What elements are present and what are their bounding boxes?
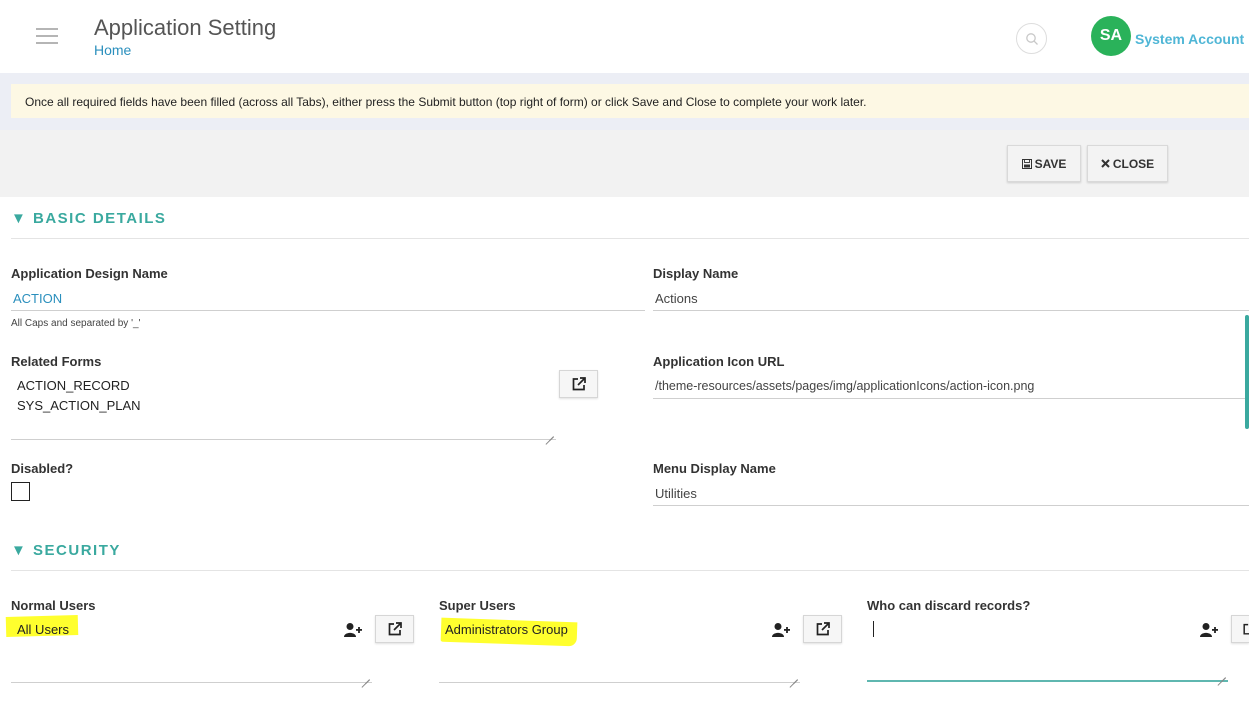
scrollbar-thumb[interactable] (1245, 315, 1249, 429)
basic-details-heading[interactable]: ▼ BASIC DETAILS (11, 210, 166, 227)
related-forms-textarea[interactable]: ACTION_RECORD SYS_ACTION_PLAN (11, 370, 556, 440)
app-design-name-label: Application Design Name (11, 266, 168, 281)
menu-display-name-label: Menu Display Name (653, 461, 776, 476)
display-name-input[interactable]: Actions (653, 287, 1249, 311)
close-button[interactable]: CLOSE (1087, 145, 1168, 182)
resize-handle[interactable] (361, 671, 370, 680)
external-link-icon (1243, 623, 1249, 635)
section-divider (11, 570, 1249, 571)
external-link-icon (572, 377, 586, 391)
save-button[interactable]: SAVE (1007, 145, 1081, 182)
app-header: Application Setting Home SA System Accou… (0, 0, 1249, 73)
related-forms-label: Related Forms (11, 354, 102, 369)
menu-icon[interactable] (36, 28, 58, 44)
open-related-forms-button[interactable] (559, 370, 598, 398)
normal-users-label: Normal Users (11, 598, 96, 613)
discard-label: Who can discard records? (867, 598, 1031, 613)
close-label: CLOSE (1112, 156, 1155, 171)
menu-display-name-input[interactable]: Utilities (653, 482, 1249, 506)
resize-handle[interactable] (1217, 669, 1226, 678)
open-discard-button[interactable] (1231, 615, 1249, 643)
external-link-icon (388, 622, 402, 636)
user-plus-icon[interactable] (344, 622, 362, 638)
related-form-item: ACTION_RECORD (17, 378, 130, 393)
user-plus-icon[interactable] (772, 622, 790, 638)
app-design-name-hint: All Caps and separated by '_' (11, 318, 141, 329)
text-caret (873, 621, 874, 637)
discard-textarea[interactable] (867, 616, 1228, 682)
disabled-checkbox[interactable] (11, 482, 30, 501)
page-title: Application Setting (94, 15, 277, 40)
external-link-icon (816, 622, 830, 636)
floppy-icon (1021, 158, 1032, 169)
open-normal-users-button[interactable] (375, 615, 414, 643)
avatar[interactable]: SA (1091, 16, 1131, 56)
search-icon (1025, 32, 1038, 45)
resize-handle[interactable] (545, 428, 554, 437)
user-plus-icon[interactable] (1200, 622, 1218, 638)
super-users-value: Administrators Group (445, 622, 568, 637)
normal-users-value: All Users (17, 622, 70, 637)
super-users-label: Super Users (439, 598, 516, 613)
account-name[interactable]: System Account (1135, 31, 1244, 47)
resize-handle[interactable] (789, 671, 798, 680)
section-divider (11, 238, 1249, 239)
disabled-label: Disabled? (11, 461, 74, 476)
icon-url-input[interactable]: /theme-resources/assets/pages/img/applic… (653, 375, 1249, 399)
save-label: SAVE (1034, 156, 1067, 171)
related-form-item: SYS_ACTION_PLAN (17, 398, 141, 413)
security-heading[interactable]: ▼ SECURITY (11, 542, 121, 559)
app-design-name-input[interactable]: ACTION (11, 287, 645, 311)
notice-banner: Once all required fields have been fille… (11, 84, 1249, 118)
search-button[interactable] (1016, 23, 1047, 54)
open-super-users-button[interactable] (803, 615, 842, 643)
breadcrumb-home[interactable]: Home (94, 42, 131, 58)
display-name-label: Display Name (653, 266, 739, 281)
icon-url-label: Application Icon URL (653, 354, 785, 369)
close-x-icon (1101, 159, 1110, 168)
